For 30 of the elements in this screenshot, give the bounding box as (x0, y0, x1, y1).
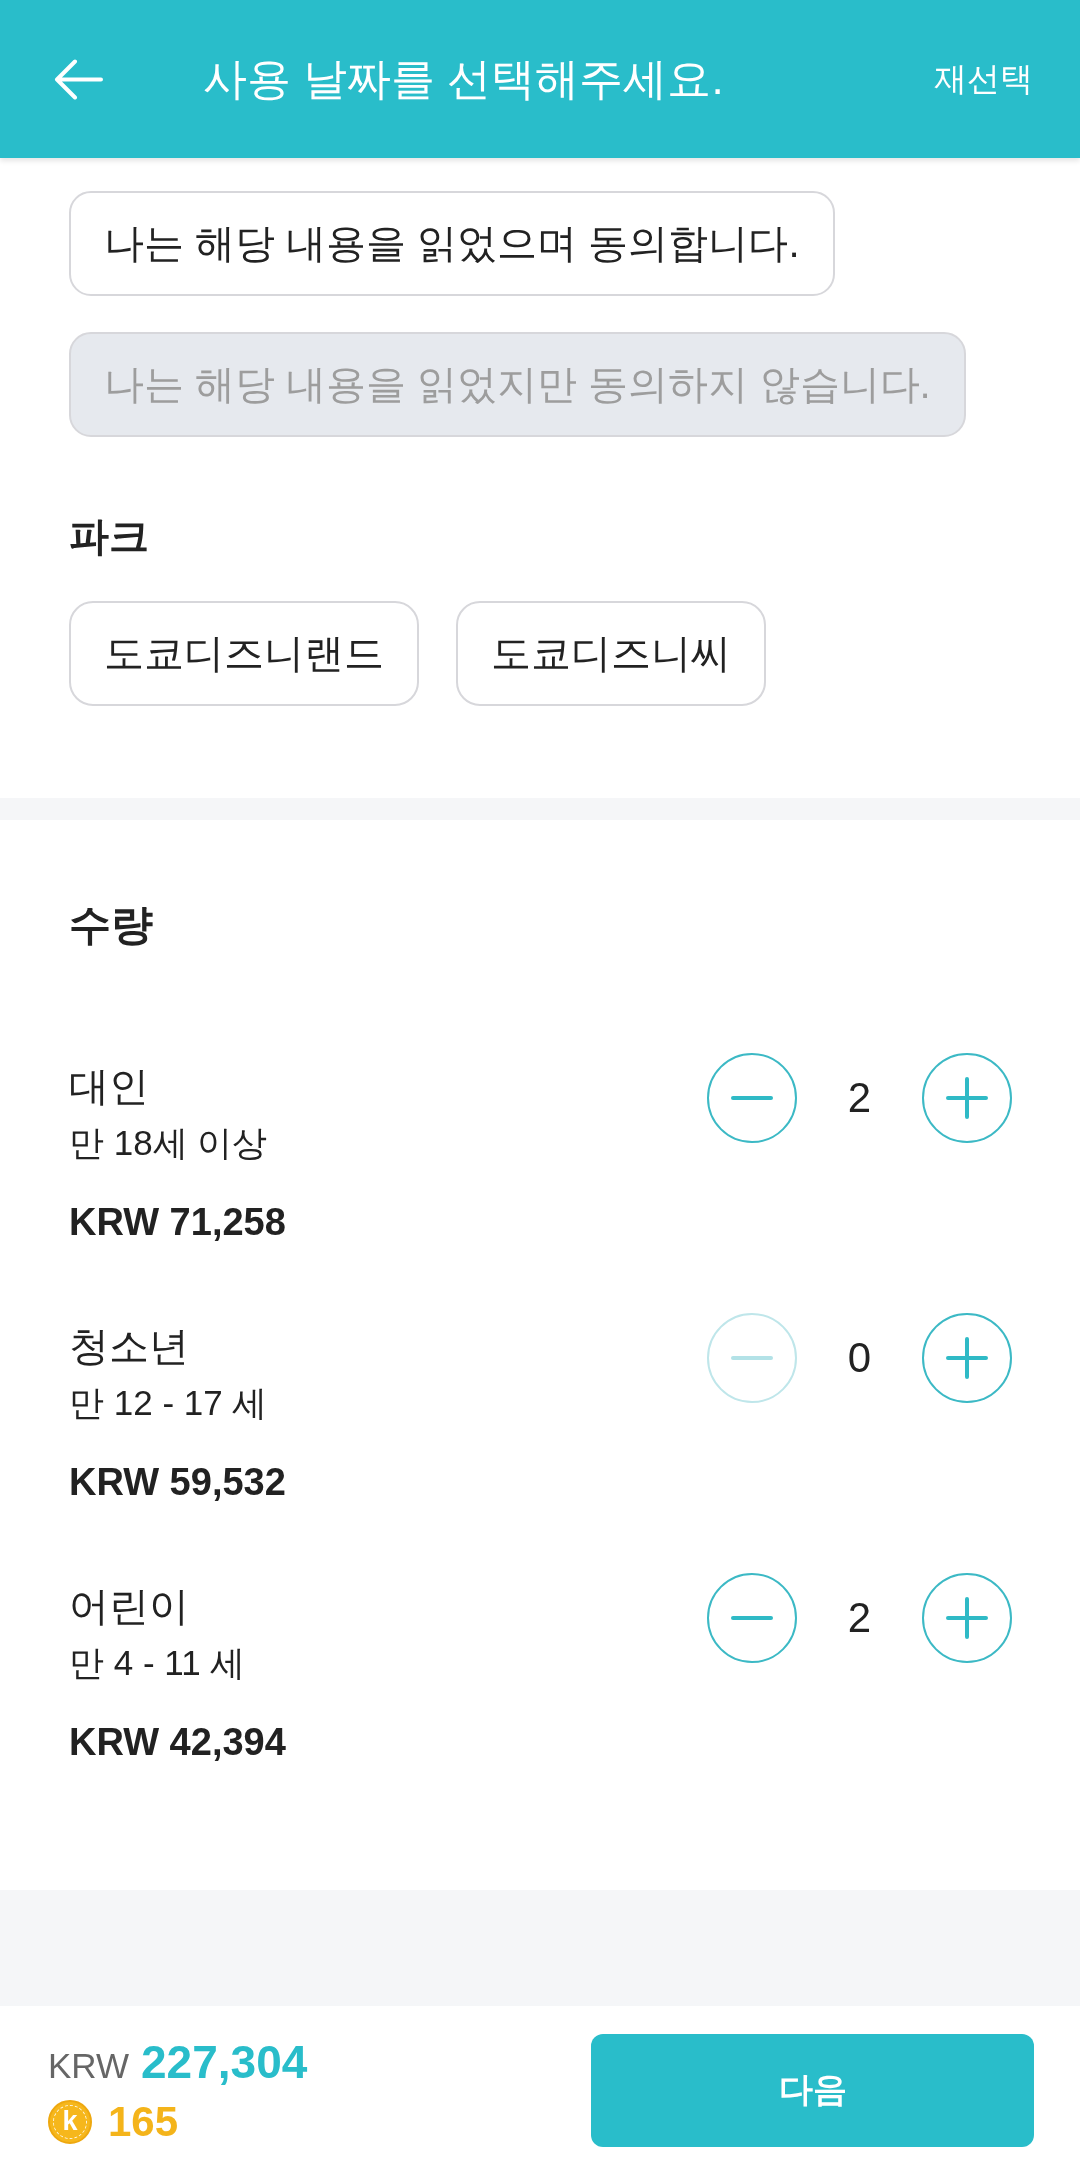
agreement-option[interactable]: 나는 해당 내용을 읽었으며 동의합니다. (69, 191, 835, 296)
ticket-type: 청소년 (69, 1323, 189, 1370)
ticket-price: KRW 59,532 (69, 1460, 286, 1505)
age-range: 만 12 - 17 세 (69, 1382, 268, 1424)
ticket-price: KRW 42,394 (69, 1720, 286, 1765)
coin-icon: k (48, 2099, 92, 2144)
quantity-value: 2 (846, 1073, 873, 1123)
minus-icon (731, 1616, 773, 1620)
minus-icon (731, 1096, 773, 1100)
park-option[interactable]: 도쿄디즈니랜드 (69, 601, 419, 706)
total-currency: KRW (48, 2044, 130, 2087)
ticket-type: 대인 (69, 1063, 149, 1110)
back-button[interactable] (54, 58, 103, 100)
plus-icon (946, 1337, 988, 1379)
age-range: 만 18세 이상 (69, 1122, 268, 1164)
park-option[interactable]: 도쿄디즈니씨 (456, 601, 766, 706)
ticket-price: KRW 71,258 (69, 1200, 286, 1245)
minus-icon (731, 1356, 773, 1360)
plus-icon (946, 1597, 988, 1639)
quantity-value: 0 (846, 1333, 873, 1383)
section-heading: 파크 (69, 513, 149, 560)
points-amount: 165 (108, 2096, 179, 2147)
back-arrow-icon (54, 58, 103, 100)
total-amount: 227,304 (141, 2034, 308, 2090)
ticket-type: 어린이 (69, 1583, 189, 1630)
section-heading: 수량 (69, 900, 153, 950)
age-range: 만 4 - 11 세 (69, 1642, 246, 1684)
quantity-value: 2 (846, 1593, 873, 1643)
screen-title: 사용 날짜를 선택해주세요. (203, 53, 725, 105)
plus-icon (946, 1077, 988, 1119)
